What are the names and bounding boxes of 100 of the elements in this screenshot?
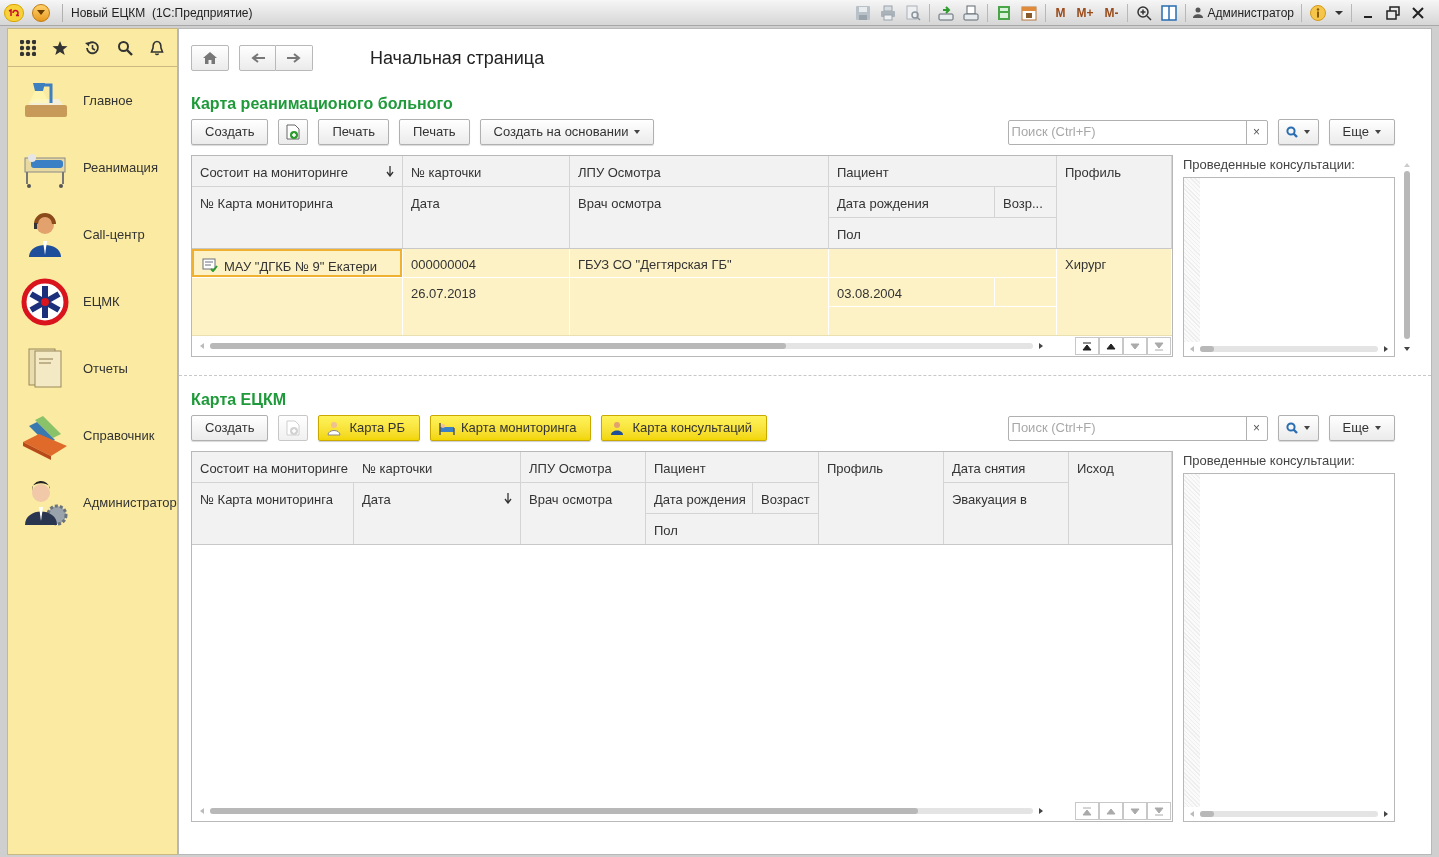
arrow-right-icon xyxy=(287,53,301,63)
more-button[interactable]: Еще xyxy=(1328,119,1395,145)
calculator-icon xyxy=(996,4,1013,21)
toolbar-button[interactable]: Карта мониторинга xyxy=(430,415,592,441)
save-icon xyxy=(855,4,872,21)
sidebar-item[interactable]: Реанимация xyxy=(8,134,177,201)
next-row-button[interactable] xyxy=(1123,802,1147,820)
side-panel-label: Проведенные консультации: xyxy=(1183,452,1356,470)
search-icon xyxy=(1286,422,1299,434)
section-title: Карта реанимационого больного xyxy=(191,94,454,114)
column-header[interactable]: № карточки xyxy=(403,156,569,186)
sidebar-item[interactable]: Справочник xyxy=(8,402,177,469)
memory-button[interactable]: M- xyxy=(1102,3,1121,22)
sidebar-item[interactable]: Call-центр xyxy=(8,201,177,268)
first-row-icon xyxy=(1082,341,1092,351)
save-button[interactable] xyxy=(854,3,873,22)
column-header[interactable]: Состоит на мониторинге xyxy=(192,452,356,482)
column-header[interactable]: Профиль xyxy=(1057,156,1171,248)
forward-button[interactable] xyxy=(276,45,313,71)
arrow-left-icon xyxy=(250,53,265,63)
calendar-button[interactable] xyxy=(1020,3,1039,22)
table-cell-text: 03.08.2004 xyxy=(837,285,903,303)
toolbar-button[interactable]: Создать xyxy=(191,119,269,145)
caret-icon xyxy=(1335,10,1343,15)
clear-button[interactable]: × xyxy=(1245,416,1267,440)
column-header[interactable]: № Карта мониторинга xyxy=(192,483,353,544)
search-button[interactable] xyxy=(1277,119,1319,145)
table-cell-text: МАУ "ДГКБ № 9" Екатери xyxy=(224,258,378,276)
clear-button[interactable]: × xyxy=(1245,120,1267,144)
side-panel-label: Проведенные консультации: xyxy=(1183,156,1356,174)
last-row-icon xyxy=(1154,806,1164,816)
column-header[interactable]: Пациент xyxy=(829,156,1056,186)
doctor-icon xyxy=(327,420,344,436)
home-button[interactable] xyxy=(191,45,229,71)
zoom-in-icon xyxy=(1136,4,1153,21)
search-field[interactable]: Поиск (Ctrl+F) × xyxy=(1007,119,1268,145)
main-menu-button[interactable] xyxy=(32,3,50,22)
back-button[interactable] xyxy=(239,45,276,71)
table-cell-text: 26.07.2018 xyxy=(411,285,477,303)
section-title: Карта ЕЦКМ xyxy=(191,390,288,410)
sidebar-item[interactable]: Администратор xyxy=(8,469,177,536)
tray-arrow-button[interactable] xyxy=(937,3,956,22)
search-button[interactable] xyxy=(1277,415,1319,441)
search-field[interactable]: Поиск (Ctrl+F) × xyxy=(1007,415,1268,441)
panels-button[interactable] xyxy=(1160,3,1179,22)
memory-button[interactable]: M+ xyxy=(1074,3,1096,22)
search-icon xyxy=(116,39,133,56)
bell-icon xyxy=(148,39,165,56)
column-header[interactable]: Врач осмотра xyxy=(521,483,645,544)
column-header[interactable]: Дата рождения xyxy=(829,187,995,217)
star-icon xyxy=(52,39,69,56)
more-button[interactable]: Еще xyxy=(1328,415,1395,441)
page-title: Начальная страница xyxy=(370,46,545,70)
column-header[interactable]: Эвакуация в xyxy=(944,483,1068,544)
document-tray-button[interactable] xyxy=(962,3,981,22)
column-header[interactable]: Пациент xyxy=(646,452,818,482)
toolbar-button[interactable]: Создать на основании xyxy=(479,119,655,145)
column-header[interactable]: ЛПУ Осмотра xyxy=(570,156,828,186)
column-header[interactable]: Дата xyxy=(403,187,569,248)
bed-icon xyxy=(439,420,455,436)
column-header[interactable]: Возраст xyxy=(753,483,818,513)
toolbar-button[interactable]: Печать xyxy=(318,119,389,145)
previous-row-icon xyxy=(1106,806,1116,816)
restore-button[interactable] xyxy=(1384,3,1402,22)
column-header[interactable]: Дата снятия xyxy=(944,452,1068,482)
toolbar-button[interactable]: Создать xyxy=(191,415,269,441)
previous-row-button[interactable] xyxy=(1099,337,1123,355)
column-header[interactable]: ЛПУ Осмотра xyxy=(521,452,645,482)
column-header[interactable]: Пол xyxy=(829,218,1056,248)
column-header[interactable]: Дата xyxy=(354,483,520,544)
toolbar-button[interactable]: Карта РБ xyxy=(318,415,420,441)
column-header[interactable]: № карточки xyxy=(354,452,520,482)
table-row[interactable]: МАУ "ДГКБ № 9" Екатери 000000004 26.07.2018 ГБУЗ СО "Дегтярская ГБ" 03.08.2004 Хирург xyxy=(192,249,1172,336)
sidebar-item[interactable]: ЕЦМК xyxy=(8,268,177,335)
column-header[interactable]: Пол xyxy=(646,514,818,544)
panels-icon xyxy=(1161,4,1178,21)
zoom-in-button[interactable] xyxy=(1135,3,1154,22)
toolbar-button[interactable]: Печать xyxy=(399,119,470,145)
column-header[interactable]: № Карта мониторинга xyxy=(192,187,402,248)
caret-icon xyxy=(1304,130,1311,134)
column-header[interactable]: Состоит на мониторинге xyxy=(192,156,402,186)
memory-button[interactable]: M xyxy=(1053,3,1068,22)
next-row-icon xyxy=(1130,341,1140,351)
last-row-button[interactable] xyxy=(1147,802,1171,820)
emblem-icon xyxy=(21,277,69,326)
sidebar-item[interactable]: Отчеты xyxy=(8,335,177,402)
info-button[interactable] xyxy=(1309,3,1327,22)
column-header[interactable]: Исход xyxy=(1069,452,1171,544)
column-header[interactable]: Врач осмотра xyxy=(570,187,828,248)
column-header[interactable]: Возр... xyxy=(995,187,1056,217)
first-row-button[interactable] xyxy=(1075,337,1099,355)
sidebar-item[interactable]: Главное xyxy=(8,67,177,134)
user-button[interactable]: Администратор xyxy=(1193,3,1294,22)
caret-icon xyxy=(1375,426,1381,430)
last-row-button[interactable] xyxy=(1147,337,1171,355)
column-header[interactable]: Профиль xyxy=(819,452,943,544)
print-preview-button[interactable] xyxy=(904,3,923,22)
column-header[interactable]: Дата рождения xyxy=(646,483,753,513)
add-document-button[interactable] xyxy=(278,119,309,145)
toolbar-button[interactable]: Карта консультаций xyxy=(601,415,768,441)
